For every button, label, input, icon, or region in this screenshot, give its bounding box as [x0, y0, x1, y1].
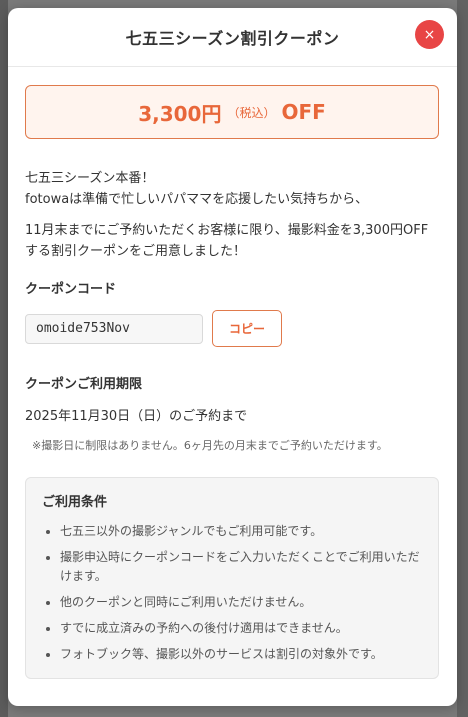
conditions-list: 七五三以外の撮影ジャンルでもご利用可能です。 撮影申込時にクーポンコードをご入力…: [42, 522, 422, 664]
discount-off-label: OFF: [281, 100, 326, 124]
coupon-modal: 七五三シーズン割引クーポン × 3,300円 （税込） OFF 七五三シーズン本…: [8, 8, 457, 706]
modal-title: 七五三シーズン割引クーポン: [125, 29, 340, 48]
copy-button[interactable]: コピー: [212, 310, 282, 347]
validity-label: クーポンご利用期限: [25, 377, 143, 392]
condition-item: フォトブック等、撮影以外のサービスは割引の対象外です。: [60, 645, 422, 664]
intro-paragraph-2: 11月末までにご予約いただくお客様に限り、撮影料金を3,300円OFFする割引ク…: [25, 223, 429, 259]
background-right-edge: [457, 0, 468, 717]
condition-item: 七五三以外の撮影ジャンルでもご利用可能です。: [60, 522, 422, 541]
close-icon: ×: [423, 26, 436, 43]
discount-banner: 3,300円 （税込） OFF: [25, 85, 439, 139]
condition-item: すでに成立済みの予約への後付け適用はできません。: [60, 619, 422, 638]
coupon-code-label: クーポンコード: [25, 282, 117, 297]
background-left-edge: [0, 0, 8, 717]
discount-tax-note: （税込）: [227, 105, 276, 120]
conditions-title: ご利用条件: [42, 495, 108, 510]
condition-item: 他のクーポンと同時にご利用いただけません。: [60, 593, 422, 612]
conditions-box: ご利用条件 七五三以外の撮影ジャンルでもご利用可能です。 撮影申込時にクーポンコ…: [25, 477, 439, 679]
validity-deadline: 2025年11月30日（日）のご予約まで: [25, 409, 248, 424]
modal-body: 3,300円 （税込） OFF 七五三シーズン本番！ fotowaは準備で忙しい…: [8, 67, 457, 679]
discount-amount: 3,300円: [138, 101, 222, 126]
close-button[interactable]: ×: [415, 20, 444, 49]
coupon-code-row: omoide753Nov コピー: [25, 310, 439, 347]
intro-text: 七五三シーズン本番！ fotowaは準備で忙しいパパママを応援したい気持ちから、…: [25, 168, 439, 262]
coupon-code-field[interactable]: omoide753Nov: [25, 313, 203, 344]
intro-line-2: fotowaは準備で忙しいパパママを応援したい気持ちから、: [25, 192, 369, 207]
validity-note: ※撮影日に制限はありません。6ヶ月先の月末までご予約いただけます。: [32, 439, 388, 452]
modal-header: 七五三シーズン割引クーポン ×: [8, 8, 457, 67]
condition-item: 撮影申込時にクーポンコードをご入力いただくことでご利用いただけます。: [60, 548, 422, 586]
intro-line-1: 七五三シーズン本番！: [25, 171, 155, 186]
